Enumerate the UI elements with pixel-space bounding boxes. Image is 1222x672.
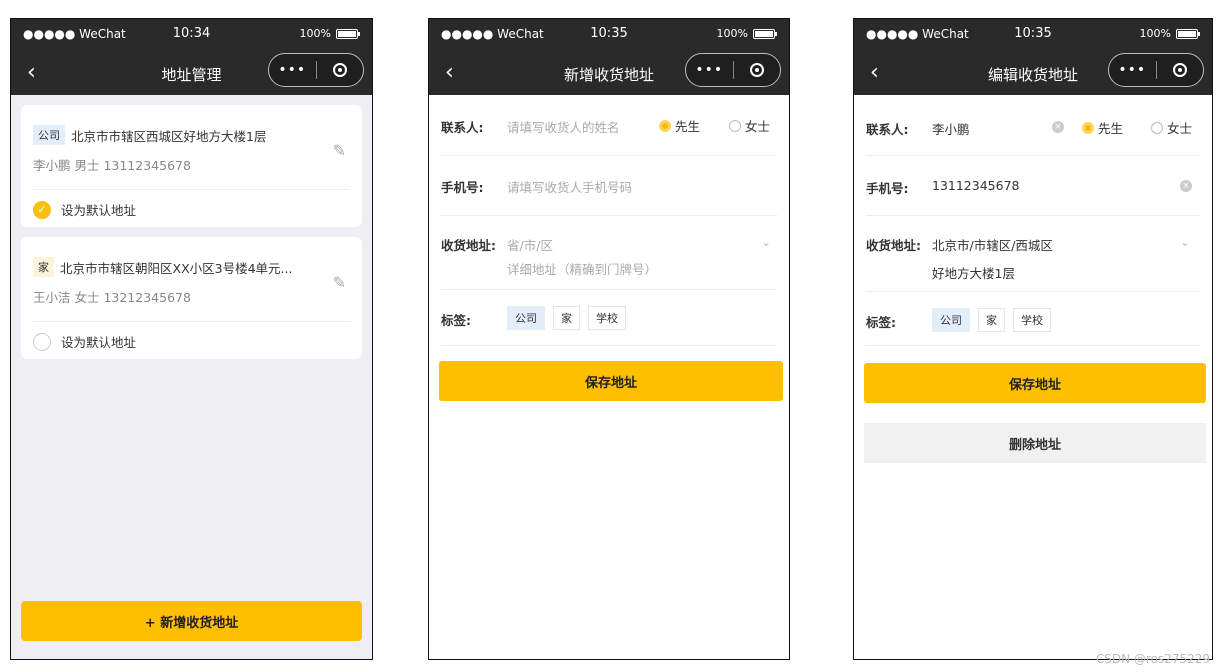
region-picker[interactable]: 省/市/区 xyxy=(507,235,553,254)
contact-row: 联系人: 请填写收货人的姓名 先生 女士 xyxy=(441,95,777,156)
save-address-button[interactable]: 保存地址 xyxy=(439,361,783,401)
tags-row: 标签: 公司 家 学校 xyxy=(866,291,1200,346)
phone-row: 手机号: 13112345678 × xyxy=(866,155,1200,216)
delete-address-button[interactable]: 删除地址 xyxy=(864,423,1206,463)
address-tag: 家 xyxy=(33,257,54,277)
contact-info: 李小鹏 男士 13112345678 xyxy=(33,158,191,173)
tag-company[interactable]: 公司 xyxy=(932,308,970,332)
battery-text: 100% xyxy=(299,27,331,40)
chevron-down-icon[interactable]: ⌄ xyxy=(761,235,771,249)
edit-address-screen: ●●●●● WeChat 10:35 100% ‹ 编辑收货地址 ••• 联系人… xyxy=(853,18,1213,660)
address-card[interactable]: 家 北京市市辖区朝阳区XX小区3号楼4单元... 王小洁 女士 13212345… xyxy=(21,237,362,359)
close-mini-program-icon[interactable] xyxy=(317,63,364,77)
divider xyxy=(33,321,350,322)
contact-input[interactable]: 请填写收货人的姓名 xyxy=(507,117,620,136)
region-picker[interactable]: 北京市/市辖区/西城区 xyxy=(932,235,1053,254)
radio-unselected-icon xyxy=(729,119,741,132)
radio-female[interactable]: 女士 xyxy=(729,116,770,135)
status-bar: ●●●●● WeChat 10:35 100% xyxy=(429,19,789,51)
detail-address-input[interactable]: 好地方大楼1层 xyxy=(932,263,1015,282)
detail-address-input[interactable]: 详细地址（精确到门牌号） xyxy=(507,259,657,278)
address-label: 收货地址: xyxy=(441,238,496,253)
status-bar: ●●●●● WeChat 10:35 100% xyxy=(854,19,1212,51)
default-toggle[interactable]: 设为默认地址 xyxy=(33,332,136,351)
top-bar: ●●●●● WeChat 10:34 100% ‹ 地址管理 ••• xyxy=(11,19,372,95)
status-bar: ●●●●● WeChat 10:34 100% xyxy=(11,19,372,51)
save-address-button[interactable]: 保存地址 xyxy=(864,363,1206,403)
default-toggle[interactable]: ✓ 设为默认地址 xyxy=(33,200,136,219)
default-label: 设为默认地址 xyxy=(61,335,137,350)
add-address-button[interactable]: + 新增收货地址 xyxy=(21,601,362,641)
battery-text: 100% xyxy=(716,27,748,40)
radio-selected-icon xyxy=(659,119,671,132)
radio-male[interactable]: 先生 xyxy=(1082,118,1123,137)
more-icon[interactable]: ••• xyxy=(269,62,316,78)
mini-program-capsule: ••• xyxy=(685,53,781,87)
top-bar: ●●●●● WeChat 10:35 100% ‹ 新增收货地址 ••• xyxy=(429,19,789,95)
new-address-screen: ●●●●● WeChat 10:35 100% ‹ 新增收货地址 ••• 联系人… xyxy=(428,18,790,660)
phone-label: 手机号: xyxy=(866,181,909,196)
contact-label: 联系人: xyxy=(866,122,909,137)
edit-icon[interactable]: ✎ xyxy=(333,273,346,292)
close-mini-program-icon[interactable] xyxy=(1157,63,1204,77)
battery-icon xyxy=(753,28,777,39)
phone-input[interactable]: 13112345678 xyxy=(932,178,1019,193)
radio-male[interactable]: 先生 xyxy=(659,116,700,135)
tag-company[interactable]: 公司 xyxy=(507,306,545,330)
address-list: 公司 北京市市辖区西城区好地方大楼1层 李小鹏 男士 13112345678 ✎… xyxy=(11,95,372,659)
more-icon[interactable]: ••• xyxy=(1109,62,1156,78)
address-row: 收货地址: 省/市/区 ⌄ 详细地址（精确到门牌号） xyxy=(441,215,777,290)
battery-text: 100% xyxy=(1139,27,1171,40)
tags-row: 标签: 公司 家 学校 xyxy=(441,289,777,346)
address-label: 收货地址: xyxy=(866,238,921,253)
checked-icon[interactable]: ✓ xyxy=(33,200,51,219)
address-text: 北京市市辖区朝阳区XX小区3号楼4单元... xyxy=(60,260,293,276)
battery-icon xyxy=(336,28,360,39)
mini-program-capsule: ••• xyxy=(268,53,364,87)
phone-input[interactable]: 请填写收货人手机号码 xyxy=(507,177,632,196)
radio-unselected-icon xyxy=(1151,121,1163,134)
tag-home[interactable]: 家 xyxy=(978,308,1005,332)
tag-chips: 公司 家 学校 xyxy=(932,308,1051,332)
tags-label: 标签: xyxy=(866,315,896,330)
default-label: 设为默认地址 xyxy=(61,203,137,218)
divider xyxy=(33,189,350,190)
address-row: 收货地址: 北京市/市辖区/西城区 ⌄ 好地方大楼1层 xyxy=(866,215,1200,292)
tag-school[interactable]: 学校 xyxy=(588,306,626,330)
clear-icon[interactable]: × xyxy=(1052,121,1064,133)
radio-female[interactable]: 女士 xyxy=(1151,118,1192,137)
mini-program-capsule: ••• xyxy=(1108,53,1204,87)
tag-school[interactable]: 学校 xyxy=(1013,308,1051,332)
tag-home[interactable]: 家 xyxy=(553,306,580,330)
phone-label: 手机号: xyxy=(441,180,484,195)
clear-icon[interactable]: × xyxy=(1180,180,1192,192)
tag-chips: 公司 家 学校 xyxy=(507,306,626,330)
address-list-screen: ●●●●● WeChat 10:34 100% ‹ 地址管理 ••• 公司 北京… xyxy=(10,18,373,660)
address-form: 联系人: 李小鹏 × 先生 女士 手机号: 13112345678 × 收货地址… xyxy=(854,95,1212,659)
address-card[interactable]: 公司 北京市市辖区西城区好地方大楼1层 李小鹏 男士 13112345678 ✎… xyxy=(21,105,362,227)
contact-label: 联系人: xyxy=(441,120,484,135)
address-text: 北京市市辖区西城区好地方大楼1层 xyxy=(71,128,267,144)
phone-row: 手机号: 请填写收货人手机号码 xyxy=(441,155,777,216)
more-icon[interactable]: ••• xyxy=(686,62,733,78)
chevron-down-icon[interactable]: ⌄ xyxy=(1180,235,1190,249)
close-mini-program-icon[interactable] xyxy=(734,63,781,77)
tags-label: 标签: xyxy=(441,313,471,328)
edit-icon[interactable]: ✎ xyxy=(333,141,346,160)
watermark: CSDN @ros275229 xyxy=(1095,652,1210,666)
top-bar: ●●●●● WeChat 10:35 100% ‹ 编辑收货地址 ••• xyxy=(854,19,1212,95)
unchecked-icon[interactable] xyxy=(33,332,51,351)
contact-info: 王小洁 女士 13212345678 xyxy=(33,290,191,305)
battery-icon xyxy=(1176,28,1200,39)
address-tag: 公司 xyxy=(33,125,65,145)
radio-selected-icon xyxy=(1082,121,1094,134)
contact-row: 联系人: 李小鹏 × 先生 女士 xyxy=(866,95,1200,156)
address-form: 联系人: 请填写收货人的姓名 先生 女士 手机号: 请填写收货人手机号码 收货地… xyxy=(429,95,789,659)
contact-input[interactable]: 李小鹏 xyxy=(932,119,970,138)
